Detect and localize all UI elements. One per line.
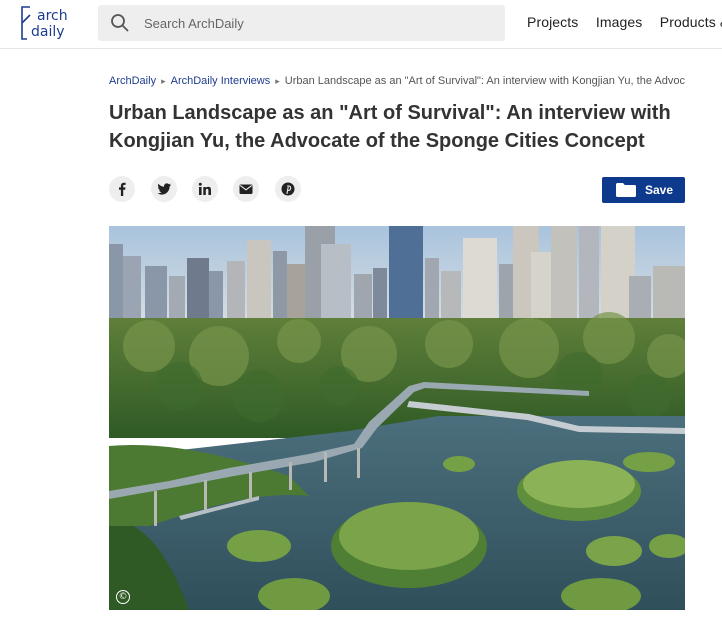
breadcrumb-interviews[interactable]: ArchDaily Interviews (171, 75, 271, 87)
breadcrumb-archdaily[interactable]: ArchDaily (109, 75, 156, 87)
breadcrumb-separator-icon: ▸ (275, 76, 280, 86)
breadcrumb: ArchDaily ▸ ArchDaily Interviews ▸ Urban Lan… (109, 75, 689, 91)
nav-projects[interactable]: Projects (527, 14, 578, 30)
article-title: Urban Landscape as an "Art of Survival":… (109, 102, 671, 152)
hero-photo-illustration (109, 226, 685, 610)
folder-icon (616, 183, 636, 197)
linkedin-icon (198, 182, 211, 195)
copyright-icon: © (116, 590, 130, 604)
site-header: arch daily Projects Images Products & (0, 0, 722, 49)
pinterest-icon (281, 182, 295, 196)
search-bar[interactable] (98, 5, 505, 41)
twitter-icon (157, 183, 171, 195)
logo-text-arch: arch (37, 8, 68, 24)
email-icon (239, 184, 253, 194)
nav-images[interactable]: Images (596, 14, 643, 30)
share-email[interactable] (233, 176, 259, 202)
search-input[interactable] (144, 5, 494, 41)
logo-text-daily: daily (31, 24, 65, 40)
share-facebook[interactable] (109, 176, 135, 202)
save-button[interactable]: Save (602, 177, 685, 203)
hero-image[interactable] (109, 226, 685, 610)
main-nav: Projects Images Products & (527, 14, 722, 34)
nav-products[interactable]: Products & (660, 14, 722, 30)
share-linkedin[interactable] (192, 176, 218, 202)
breadcrumb-current: Urban Landscape as an "Art of Survival":… (284, 75, 685, 87)
facebook-icon (119, 182, 126, 196)
archdaily-logo[interactable]: arch daily (18, 5, 78, 43)
share-twitter[interactable] (151, 176, 177, 202)
search-icon[interactable] (110, 13, 130, 33)
share-pinterest[interactable] (275, 176, 301, 202)
save-label: Save (645, 183, 674, 197)
breadcrumb-separator-icon: ▸ (161, 76, 166, 86)
